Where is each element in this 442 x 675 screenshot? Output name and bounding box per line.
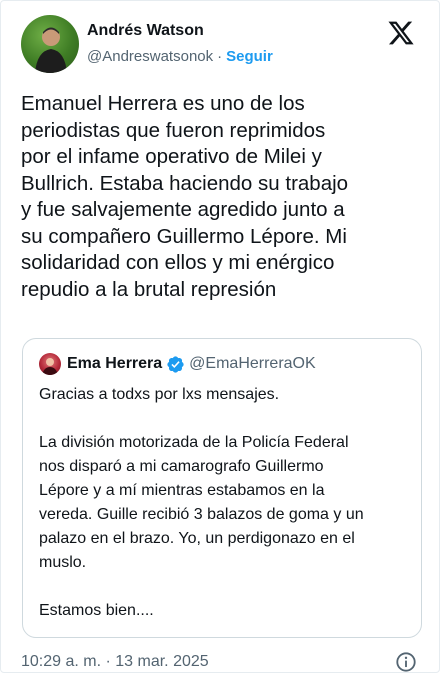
quoted-author-avatar [39, 353, 61, 375]
quoted-tweet-text: Gracias a todxs por lxs mensajes. La div… [39, 386, 364, 619]
separator-dot: · [217, 48, 223, 65]
author-handle-row: @Andreswatsonok · Seguir [87, 47, 273, 67]
tweet-card: Andrés Watson @Andreswatsonok · Seguir Ema… [0, 0, 440, 673]
quoted-tweet-header: Ema Herrera @EmaHerreraOK [39, 353, 316, 375]
info-icon[interactable] [395, 651, 417, 673]
tweet-text: Emanuel Herrera es uno de los periodista… [21, 92, 349, 301]
author-avatar[interactable] [21, 15, 79, 73]
follow-button[interactable]: Seguir [226, 48, 273, 65]
tweet-footer: 10:29 a. m. · 13 mar. 2025 [21, 651, 419, 673]
quoted-author-handle: @EmaHerreraOK [189, 355, 316, 372]
author-handle[interactable]: @Andreswatsonok [87, 48, 213, 65]
x-logo-icon[interactable] [387, 19, 415, 47]
quoted-author-name: Ema Herrera [67, 355, 163, 372]
tweet-timestamp[interactable]: 10:29 a. m. · 13 mar. 2025 [21, 653, 209, 670]
author-names: Andrés Watson @Andreswatsonok · Seguir [87, 21, 273, 67]
author-display-name[interactable]: Andrés Watson [87, 21, 273, 41]
quoted-tweet[interactable]: Ema Herrera @EmaHerreraOK Gracias a todx… [22, 338, 422, 638]
verified-badge-icon [167, 355, 184, 373]
tweet-header: Andrés Watson @Andreswatsonok · Seguir [21, 15, 425, 79]
